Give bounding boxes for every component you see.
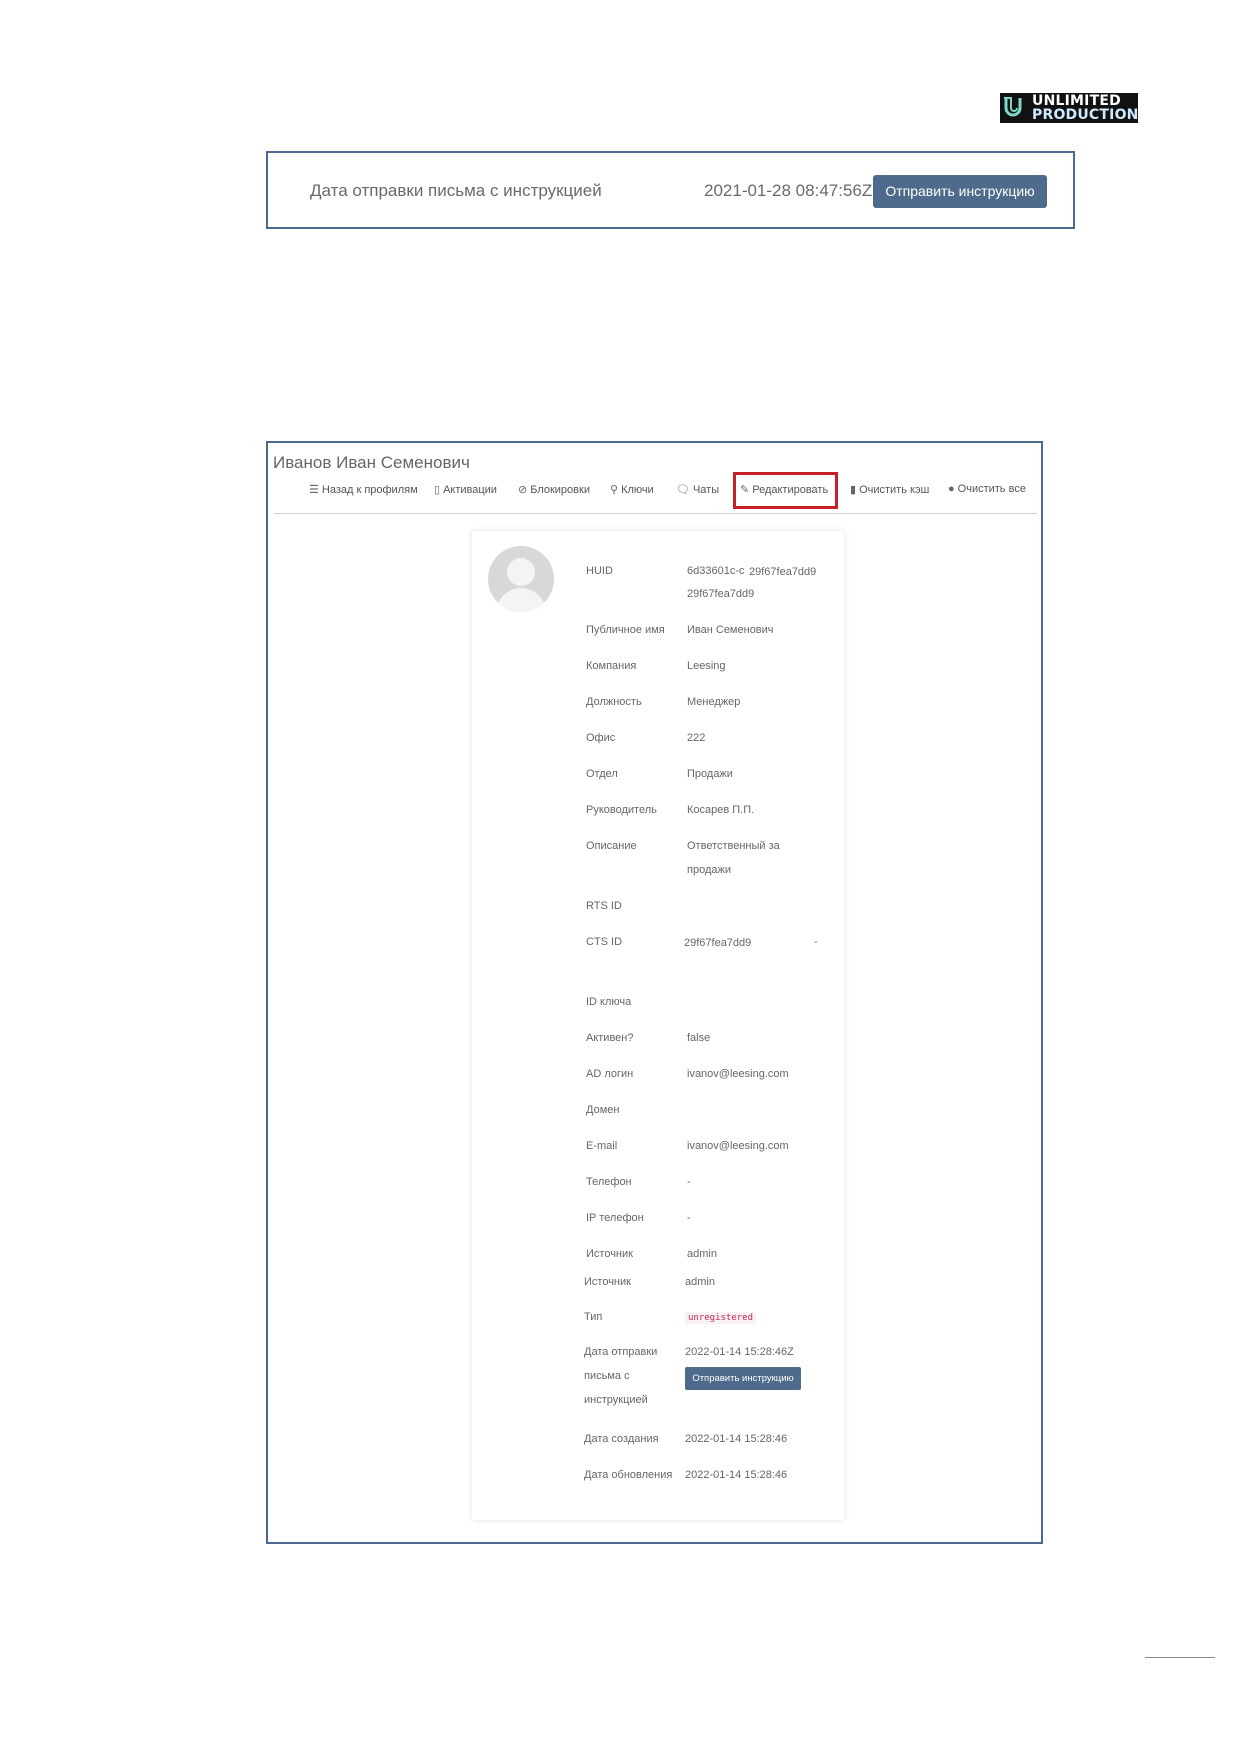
ad-login-label: AD логин bbox=[586, 1068, 634, 1080]
type-badge: unregistered bbox=[685, 1312, 757, 1324]
manager-label: Руководитель bbox=[586, 804, 657, 816]
domain-label: Домен bbox=[586, 1104, 620, 1116]
cts-id-label: CTS ID bbox=[586, 936, 623, 948]
office-label: Офис bbox=[586, 732, 616, 744]
ip-phone-value: - bbox=[687, 1212, 691, 1224]
key-icon: ⚲ bbox=[610, 484, 619, 496]
avatar-head bbox=[507, 558, 535, 586]
instruction-date-value: 2021-01-28 08:47:56Z bbox=[704, 181, 873, 200]
position-value: Менеджер bbox=[687, 696, 741, 708]
email-value: ivanov@leesing.com bbox=[687, 1140, 789, 1152]
company-value: Leesing bbox=[687, 660, 726, 672]
department-value: Продажи bbox=[687, 768, 733, 780]
logo-line2: PRODUCTION bbox=[1032, 107, 1139, 123]
instruction-date-panel: Дата отправки письма с инструкцией 2021-… bbox=[266, 151, 1075, 229]
phone-value: - bbox=[687, 1176, 691, 1188]
avatar bbox=[488, 546, 554, 612]
cts-id-suffix: - bbox=[814, 936, 818, 948]
nav-blocks[interactable]: ⊘ Блокировки bbox=[518, 483, 590, 496]
broom-icon: ▮ bbox=[850, 484, 857, 496]
nav-label: Ключи bbox=[621, 484, 654, 496]
nav-back-to-profiles[interactable]: ☰ Назад к профилям bbox=[309, 483, 418, 496]
send-instruction-button[interactable]: Отправить инструкцию bbox=[873, 175, 1047, 208]
edit-highlight-box bbox=[733, 472, 838, 509]
email-label: E-mail bbox=[586, 1140, 618, 1152]
chat-icon: 🗨 bbox=[676, 484, 690, 496]
nav-label: Блокировки bbox=[530, 484, 590, 496]
profile-screenshot: Иванов Иван Семенович ☰ Назад к профилям … bbox=[266, 441, 1043, 1544]
bomb-icon: ● bbox=[948, 483, 955, 495]
office-value: 222 bbox=[687, 732, 706, 744]
nav-label: Чаты bbox=[692, 484, 720, 496]
ip-phone-label: IP телефон bbox=[586, 1212, 644, 1224]
nav-label: Очистить все bbox=[957, 483, 1026, 495]
sent-date-value: 2022-01-14 15:28:46Z bbox=[685, 1346, 794, 1358]
nav-activations[interactable]: ▯ Активации bbox=[434, 483, 497, 496]
nav-keys[interactable]: ⚲ Ключи bbox=[610, 483, 654, 496]
phone-label: Телефон bbox=[586, 1176, 632, 1188]
rts-id-label: RTS ID bbox=[586, 900, 622, 912]
logo-mark-icon bbox=[1004, 97, 1022, 117]
sent-date-label: Дата отправки письма с инструкцией bbox=[584, 1346, 658, 1406]
updated-label: Дата обновления bbox=[584, 1469, 673, 1481]
company-label: Компания bbox=[586, 660, 637, 672]
source-value-2: admin bbox=[685, 1276, 715, 1288]
source-label-2: Источник bbox=[584, 1276, 631, 1288]
ban-icon: ⊘ bbox=[518, 484, 528, 496]
active-value: false bbox=[687, 1032, 711, 1044]
updated-value: 2022-01-14 15:28:46 bbox=[685, 1469, 788, 1481]
nav-clear-cache[interactable]: ▮ Очистить кэш bbox=[850, 483, 929, 496]
mobile-icon: ▯ bbox=[434, 484, 441, 496]
cts-id-value: 29f67fea7dd9 bbox=[684, 937, 752, 949]
type-value-wrap: unregistered bbox=[685, 1311, 757, 1324]
unlimited-production-logo: UNLIMITED PRODUCTION bbox=[1000, 93, 1138, 123]
position-label: Должность bbox=[586, 696, 642, 708]
huid-label: HUID bbox=[586, 565, 613, 577]
logo-line1: UNLIMITED bbox=[1032, 93, 1121, 109]
page-number-rule bbox=[1145, 1657, 1215, 1658]
department-label: Отдел bbox=[586, 768, 618, 780]
nav-label: Очистить кэш bbox=[859, 484, 930, 496]
profile-card: HUID 6d33601c-c 29f67fea7dd9 29f67fea7dd… bbox=[472, 531, 844, 1520]
list-icon: ☰ bbox=[309, 484, 319, 496]
nav-chats[interactable]: 🗨 Чаты bbox=[676, 483, 719, 496]
type-label: Тип bbox=[584, 1311, 603, 1323]
source-value: admin bbox=[687, 1248, 717, 1260]
key-id-label: ID ключа bbox=[586, 996, 632, 1008]
huid-value-c: 29f67fea7dd9 bbox=[687, 588, 755, 600]
description-label: Описание bbox=[586, 840, 637, 852]
nav-divider bbox=[274, 513, 1037, 514]
description-value: Ответственный за продажи bbox=[687, 840, 780, 876]
avatar-body bbox=[496, 588, 546, 612]
instruction-date-label: Дата отправки письма с инструкцией bbox=[310, 181, 602, 200]
nav-label: Назад к профилям bbox=[321, 484, 418, 496]
created-label: Дата создания bbox=[584, 1433, 659, 1445]
active-label: Активен? bbox=[586, 1032, 634, 1044]
public-name-value: Иван Семенович bbox=[687, 624, 774, 636]
manager-value: Косарев П.П. bbox=[687, 804, 755, 816]
created-value: 2022-01-14 15:28:46 bbox=[685, 1433, 788, 1445]
ad-login-value: ivanov@leesing.com bbox=[687, 1068, 789, 1080]
send-instruction-button-small[interactable]: Отправить инструкцию bbox=[685, 1367, 801, 1390]
public-name-label: Публичное имя bbox=[586, 624, 665, 636]
nav-label: Активации bbox=[443, 484, 497, 496]
profile-title: Иванов Иван Семенович bbox=[273, 453, 470, 472]
source-label: Источник bbox=[586, 1248, 633, 1260]
huid-value-a: 6d33601c-c bbox=[687, 565, 745, 577]
huid-value-b: 29f67fea7dd9 bbox=[749, 566, 817, 578]
nav-clear-all[interactable]: ● Очистить все bbox=[948, 483, 1026, 495]
